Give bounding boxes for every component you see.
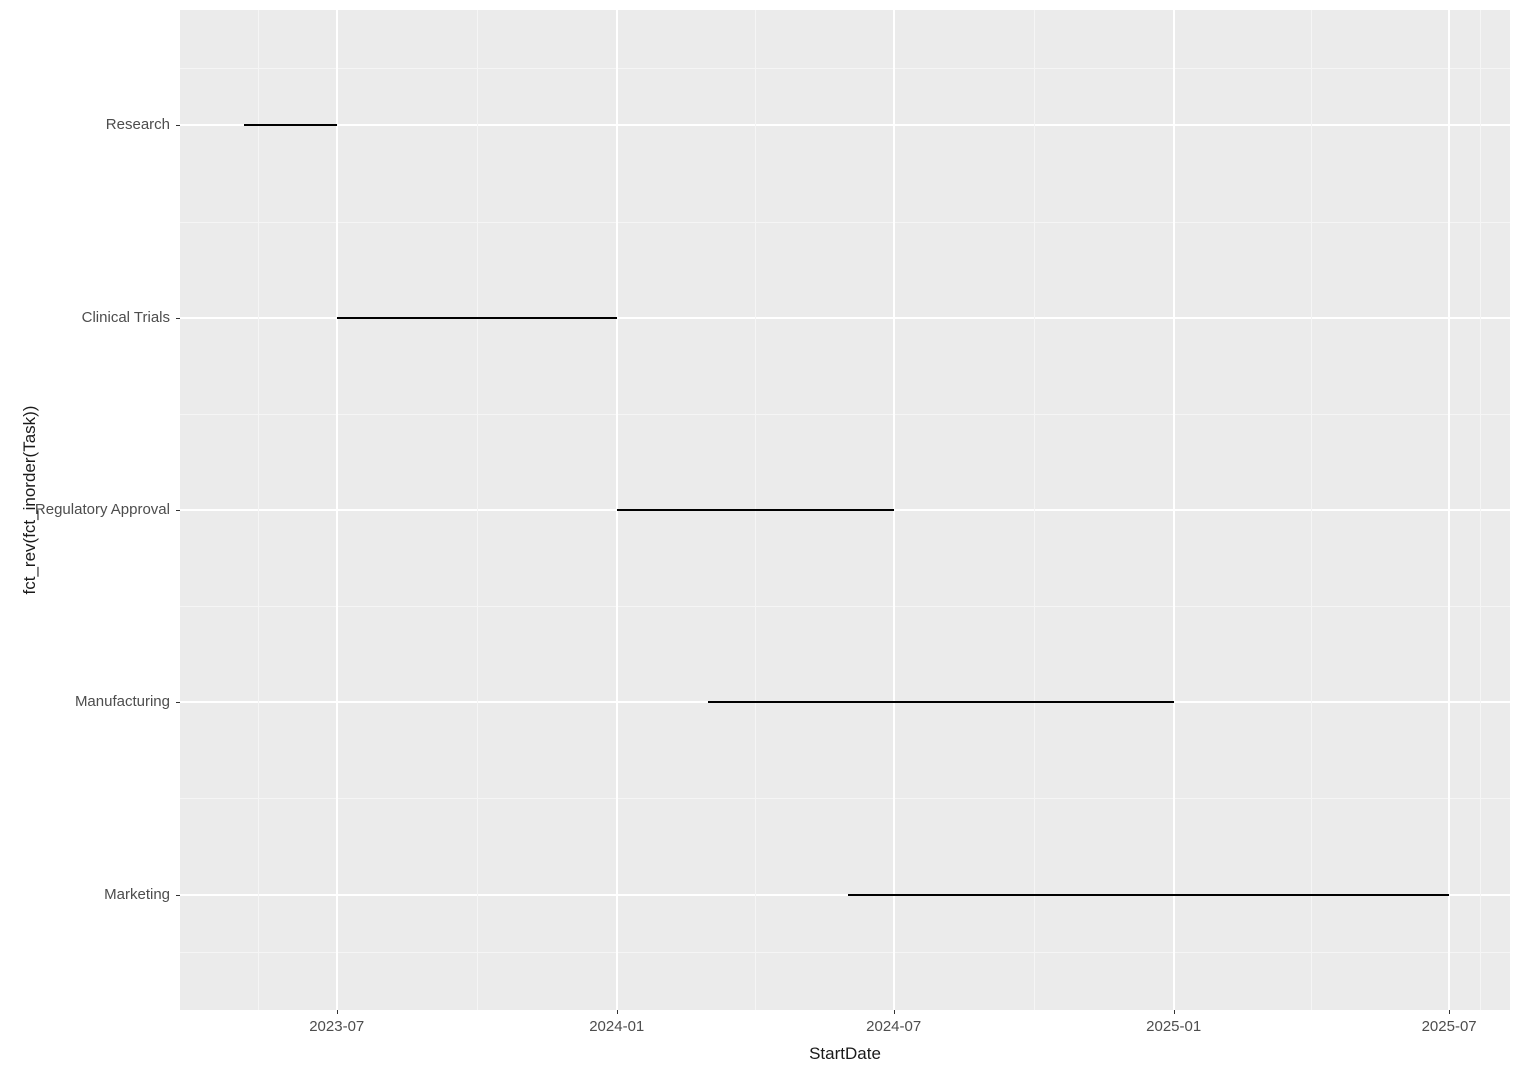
vgrid-minor xyxy=(1480,10,1481,1010)
y-tick xyxy=(176,510,180,511)
x-tick xyxy=(1449,1010,1450,1014)
x-tick-label: 2025-01 xyxy=(1146,1018,1201,1035)
y-tick-label: Marketing xyxy=(0,886,170,903)
y-tick xyxy=(176,125,180,126)
vgrid-minor xyxy=(477,10,478,1010)
x-tick-label: 2024-01 xyxy=(589,1018,644,1035)
task-bar xyxy=(617,509,894,511)
y-tick-label: Manufacturing xyxy=(0,693,170,710)
task-bar xyxy=(244,124,337,126)
x-axis-title: StartDate xyxy=(180,1044,1510,1064)
y-tick xyxy=(176,702,180,703)
plot-panel xyxy=(180,10,1510,1010)
gantt-chart: StartDate fct_rev(fct_inorder(Task)) Res… xyxy=(0,0,1530,1082)
x-tick xyxy=(617,1010,618,1014)
vgrid-major xyxy=(1173,10,1175,1010)
x-tick xyxy=(894,1010,895,1014)
vgrid-minor xyxy=(1034,10,1035,1010)
x-tick-label: 2024-07 xyxy=(866,1018,921,1035)
task-bar xyxy=(337,317,617,319)
y-tick-label: Clinical Trials xyxy=(0,309,170,326)
vgrid-minor xyxy=(258,10,259,1010)
x-tick-label: 2023-07 xyxy=(309,1018,364,1035)
x-tick xyxy=(1174,1010,1175,1014)
y-axis-title: fct_rev(fct_inorder(Task)) xyxy=(20,270,40,730)
task-bar xyxy=(708,701,1174,703)
y-tick xyxy=(176,318,180,319)
vgrid-major xyxy=(1448,10,1450,1010)
vgrid-minor xyxy=(1311,10,1312,1010)
y-tick-label: Research xyxy=(0,116,170,133)
vgrid-major xyxy=(336,10,338,1010)
y-tick-label: Regulatory Approval xyxy=(0,501,170,518)
y-tick xyxy=(176,895,180,896)
x-tick-label: 2025-07 xyxy=(1422,1018,1477,1035)
task-bar xyxy=(848,894,1449,896)
x-tick xyxy=(337,1010,338,1014)
